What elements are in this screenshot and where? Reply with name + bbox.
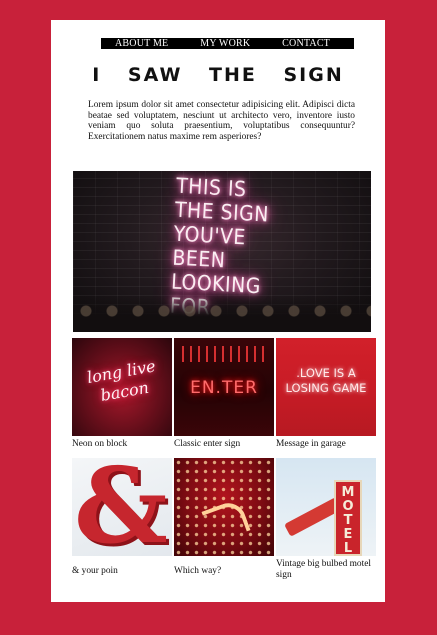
gallery-thumbnail[interactable]: [174, 458, 274, 556]
motel-sign: MOTEL: [334, 480, 362, 556]
hero-neon-line: YOU'VE BEEN: [171, 221, 247, 273]
thumb-neon-text: EN.TER: [190, 378, 258, 398]
gallery-item[interactable]: long live bacon Neon on block: [72, 338, 172, 450]
gallery-thumbnail[interactable]: EN.TER: [174, 338, 274, 436]
page-container: ABOUT ME MY WORK CONTACT I SAW THE SIGN …: [51, 20, 385, 602]
gallery-item[interactable]: .LOVE IS A LOSING GAME Message in garage: [276, 338, 376, 450]
nav-contact[interactable]: CONTACT: [282, 38, 330, 49]
gallery-caption: Classic enter sign: [174, 439, 241, 449]
hero-crowd-heads: [73, 300, 371, 322]
thumb-neon-line: .LOVE IS A: [296, 366, 356, 380]
nav-my-work[interactable]: MY WORK: [200, 38, 250, 49]
thumb-neon-line: LOSING GAME: [285, 381, 367, 395]
thumb-neon-text: .LOVE IS A LOSING GAME: [276, 366, 376, 396]
gallery-item[interactable]: Which way?: [174, 458, 274, 577]
thumb-neon-text: long live bacon: [85, 356, 157, 405]
gallery-item[interactable]: MOTEL Vintage big bulbed motel sign: [276, 458, 376, 580]
gallery-thumbnail[interactable]: .LOVE IS A LOSING GAME: [276, 338, 376, 436]
gallery-thumbnail[interactable]: MOTEL: [276, 458, 376, 556]
gallery-thumbnail[interactable]: long live bacon: [72, 338, 172, 436]
gallery-caption: Neon on block: [72, 439, 128, 449]
gallery-item[interactable]: & & your poin: [72, 458, 172, 577]
thumb-lights: [182, 346, 266, 362]
ampersand-sign: &: [74, 458, 168, 556]
gallery-caption: & your poin: [72, 566, 118, 576]
gallery-caption: Which way?: [174, 566, 222, 576]
gallery-item[interactable]: EN.TER Classic enter sign: [174, 338, 274, 450]
top-nav: ABOUT ME MY WORK CONTACT: [101, 38, 354, 49]
gallery-caption: Vintage big bulbed motel sign: [276, 559, 371, 580]
hero-image: THIS IS THE SIGN YOU'VE BEEN LOOKING FOR: [73, 171, 371, 332]
gallery-thumbnail[interactable]: &: [72, 458, 172, 556]
gallery-caption: Message in garage: [276, 439, 346, 449]
nav-about-me[interactable]: ABOUT ME: [115, 38, 168, 49]
intro-paragraph: Lorem ipsum dolor sit amet consectetur a…: [88, 100, 355, 142]
page-title: I SAW THE SIGN: [92, 64, 344, 86]
